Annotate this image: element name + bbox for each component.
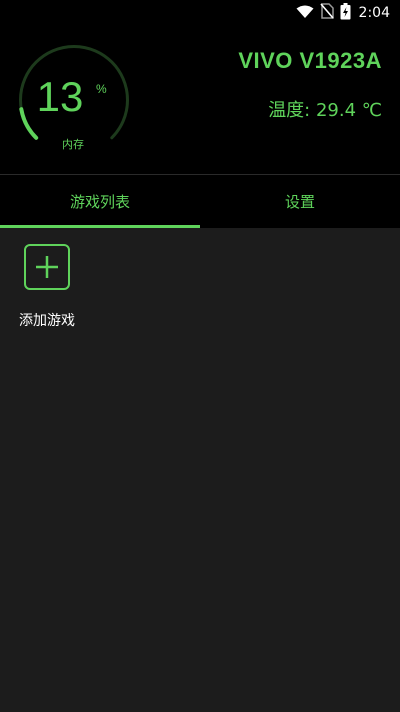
- tab-settings-label: 设置: [284, 193, 315, 211]
- status-time: 2:04: [358, 5, 390, 21]
- tab-game-list-label: 游戏列表: [69, 193, 130, 211]
- device-header: 13 % 内存 VIVO V1923A 温度: 29.4 ℃: [0, 26, 400, 174]
- game-list-panel: 添加游戏: [0, 228, 400, 712]
- memory-percent-unit: %: [96, 82, 107, 96]
- tab-settings[interactable]: 设置: [200, 175, 400, 228]
- status-icons: 2:04: [296, 2, 390, 24]
- tab-game-list[interactable]: 游戏列表: [0, 175, 200, 228]
- device-name: VIVO V1923A: [238, 48, 382, 73]
- memory-label: 内存: [62, 138, 84, 151]
- add-game-button[interactable]: 添加游戏: [16, 244, 86, 330]
- temperature-readout: 温度: 29.4 ℃: [268, 100, 382, 121]
- plus-icon: [36, 256, 58, 278]
- add-game-label: 添加游戏: [19, 313, 75, 329]
- wifi-icon: [296, 4, 314, 23]
- add-game-box[interactable]: [24, 244, 70, 290]
- memory-percent: 13: [36, 73, 84, 120]
- tab-bar: 游戏列表 设置: [0, 175, 400, 228]
- battery-charging-icon: [340, 2, 351, 24]
- no-sim-icon: [319, 3, 334, 23]
- status-bar: 2:04: [0, 0, 400, 26]
